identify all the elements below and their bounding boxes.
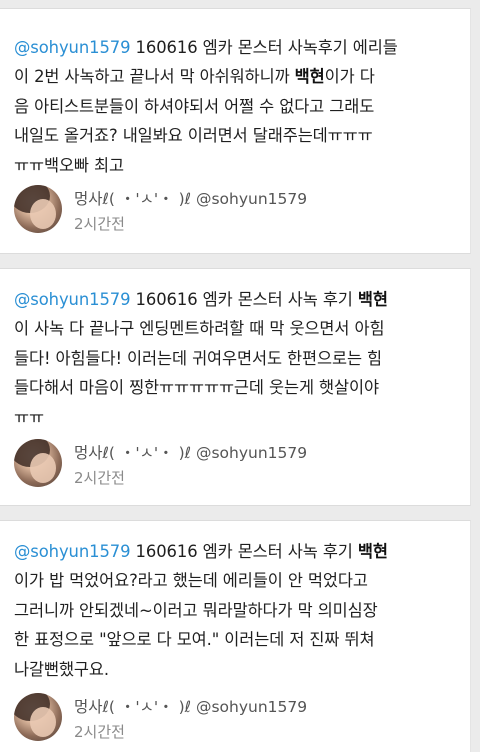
tweet-text: @sohyun1579 160616 엠카 몬스터 사녹후기 에리들 이 2번 …: [14, 33, 466, 180]
tweet-text-segment: 그러니까 안되겠네~이러고 뭐라말하다가 막 의미심장: [14, 600, 378, 620]
tweet-line: 그러니까 안되겠네~이러고 뭐라말하다가 막 의미심장: [14, 596, 466, 625]
tweet-text-segment: 이가 밥 먹었어요?라고 했는데 에리들이 안 먹었다고: [14, 571, 368, 591]
mention-link[interactable]: @sohyun1579: [14, 38, 131, 57]
tweet-line: 이 2번 사녹하고 끝나서 막 아쉬워하니까 백현이가 다: [14, 62, 466, 91]
tweet-source: 멍사ℓ( ・'ㅅ'・ )ℓ @sohyun1579 2시간전: [14, 439, 454, 491]
highlighted-name: 백현: [294, 67, 325, 87]
tweet-text-segment: 음 아티스트분들이 하셔야되서 어쩔 수 없다고 그래도: [14, 96, 375, 116]
tweet-text: @sohyun1579 160616 엠카 몬스터 사녹 후기 백현 이가 밥 …: [14, 537, 466, 684]
mention-link[interactable]: @sohyun1579: [14, 542, 131, 561]
tweet-text-segment: 이 사녹 다 끝나구 엔딩멘트하려할 때 막 웃으면서 아힘: [14, 319, 385, 339]
tweet-card[interactable]: @sohyun1579 160616 엠카 몬스터 사녹 후기 백현 이 사녹 …: [0, 268, 471, 506]
tweet-text: @sohyun1579 160616 엠카 몬스터 사녹 후기 백현 이 사녹 …: [14, 285, 466, 432]
tweet-line: ㅠㅠ백오빠 최고: [14, 151, 466, 180]
tweet-line: 음 아티스트분들이 하셔야되서 어쩔 수 없다고 그래도: [14, 92, 466, 121]
avatar[interactable]: [14, 693, 62, 741]
tweet-line: 들다해서 마음이 찡한ㅠㅠㅠㅠㅠ근데 웃는게 햇살이야: [14, 373, 466, 402]
tweet-text-segment: 이가 다: [324, 67, 375, 87]
tweet-line: 이가 밥 먹었어요?라고 했는데 에리들이 안 먹었다고: [14, 566, 466, 595]
avatar[interactable]: [14, 185, 62, 233]
mention-link[interactable]: @sohyun1579: [14, 290, 131, 309]
tweet-text-segment: ㅠㅠ백오빠 최고: [14, 155, 124, 175]
tweet-feed: @sohyun1579 160616 엠카 몬스터 사녹후기 에리들 이 2번 …: [0, 0, 480, 752]
tweet-line: 나갈뻔했구요.: [14, 655, 466, 684]
tweet-text-segment: 내일도 올거죠? 내일봐요 이러면서 달래주는데ㅠㅠㅠ: [14, 126, 373, 146]
highlighted-name: 백현: [357, 290, 388, 309]
tweet-text-segment: 160616 엠카 몬스터 사녹 후기: [130, 542, 358, 561]
user-name[interactable]: 멍사ℓ( ・'ㅅ'・ )ℓ @sohyun1579: [74, 187, 307, 209]
tweet-text-segment: ㅠㅠ: [14, 407, 44, 427]
timestamp: 2시간전: [74, 215, 125, 233]
tweet-line: ㅠㅠ: [14, 403, 466, 432]
timestamp: 2시간전: [74, 469, 125, 487]
tweet-text-segment: 이 2번 사녹하고 끝나서 막 아쉬워하니까: [14, 67, 295, 87]
tweet-line: @sohyun1579 160616 엠카 몬스터 사녹 후기 백현: [14, 537, 466, 566]
tweet-text-segment: 나갈뻔했구요.: [14, 659, 109, 679]
tweet-line: 한 표정으로 "앞으로 다 모여." 이러는데 저 진짜 뛰쳐: [14, 625, 466, 654]
avatar[interactable]: [14, 439, 62, 487]
tweet-line: @sohyun1579 160616 엠카 몬스터 사녹후기 에리들: [14, 33, 466, 62]
tweet-source: 멍사ℓ( ・'ㅅ'・ )ℓ @sohyun1579 2시간전: [14, 693, 454, 745]
tweet-line: @sohyun1579 160616 엠카 몬스터 사녹 후기 백현: [14, 285, 466, 314]
tweet-line: 이 사녹 다 끝나구 엔딩멘트하려할 때 막 웃으면서 아힘: [14, 314, 466, 343]
tweet-text-segment: 160616 엠카 몬스터 사녹 후기: [130, 290, 358, 309]
tweet-line: 내일도 올거죠? 내일봐요 이러면서 달래주는데ㅠㅠㅠ: [14, 121, 466, 150]
tweet-text-segment: 160616 엠카 몬스터 사녹후기 에리들: [130, 38, 398, 57]
highlighted-name: 백현: [357, 542, 388, 561]
timestamp: 2시간전: [74, 723, 125, 741]
tweet-line: 들다! 아힘들다! 이러는데 귀여우면서도 한편으로는 힘: [14, 344, 466, 373]
user-name[interactable]: 멍사ℓ( ・'ㅅ'・ )ℓ @sohyun1579: [74, 441, 307, 463]
tweet-text-segment: 들다! 아힘들다! 이러는데 귀여우면서도 한편으로는 힘: [14, 348, 383, 368]
user-name[interactable]: 멍사ℓ( ・'ㅅ'・ )ℓ @sohyun1579: [74, 695, 307, 717]
tweet-card[interactable]: @sohyun1579 160616 엠카 몬스터 사녹후기 에리들 이 2번 …: [0, 8, 471, 254]
tweet-text-segment: 들다해서 마음이 찡한ㅠㅠㅠㅠㅠ근데 웃는게 햇살이야: [14, 378, 379, 398]
tweet-card[interactable]: @sohyun1579 160616 엠카 몬스터 사녹 후기 백현 이가 밥 …: [0, 520, 471, 752]
tweet-text-segment: 한 표정으로 "앞으로 다 모여." 이러는데 저 진짜 뛰쳐: [14, 630, 375, 650]
tweet-source: 멍사ℓ( ・'ㅅ'・ )ℓ @sohyun1579 2시간전: [14, 185, 454, 237]
